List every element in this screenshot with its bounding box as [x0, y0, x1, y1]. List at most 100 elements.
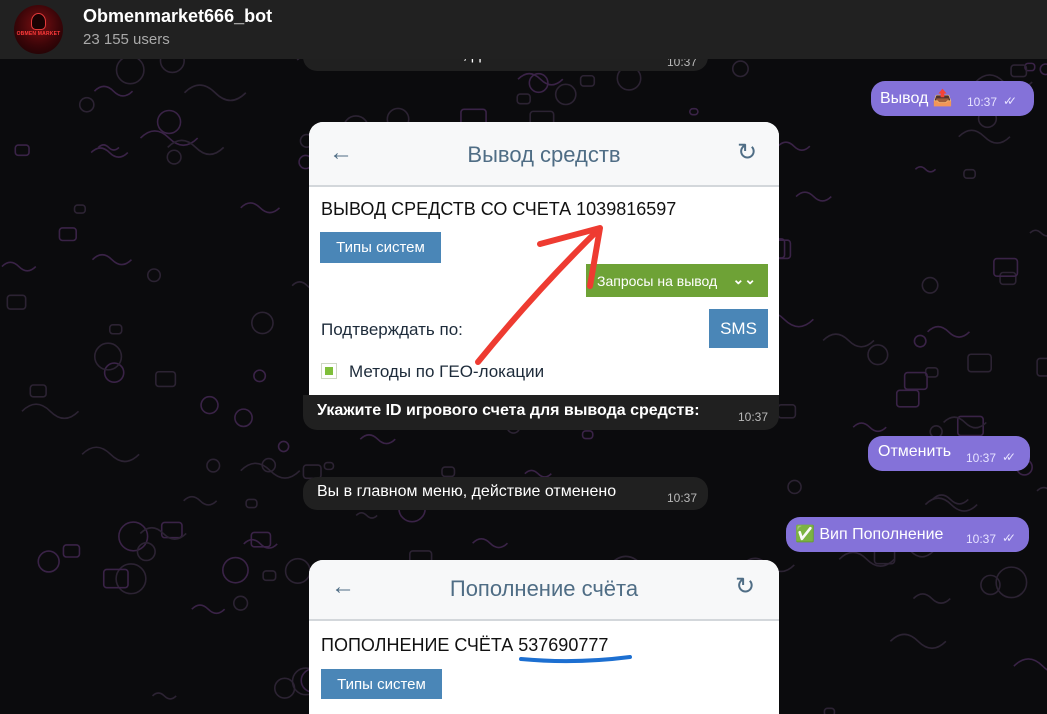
background-doodle: [29, 384, 47, 398]
background-doodle: [822, 333, 875, 348]
background-doodle: [895, 389, 920, 408]
background-doodle: [1, 261, 37, 272]
background-doodle: [81, 446, 140, 463]
background-doodle: [993, 257, 1019, 278]
chat-header[interactable]: OBMEN MARKET Obmenmarket666_bot 23 155 u…: [0, 0, 1047, 59]
background-doodle: [787, 479, 802, 495]
background-doodle: [359, 434, 396, 445]
background-doodle: [103, 362, 125, 383]
background-doodle: [927, 325, 971, 338]
background-doodle: [115, 55, 145, 85]
double-check-icon: ✓✓: [1002, 531, 1016, 545]
background-doodle: [273, 677, 296, 699]
background-doodle: [579, 74, 596, 87]
background-doodle: [554, 83, 577, 106]
background-doodle: [232, 595, 249, 611]
background-doodle: [90, 147, 129, 158]
outgoing-message: Вывод 📤 10:37 ✓✓: [871, 81, 1034, 116]
screenshot-header: ← Пополнение счёта ↻: [309, 560, 779, 621]
background-doodle: [183, 84, 247, 102]
background-doodle: [323, 461, 335, 471]
background-doodle: [93, 85, 134, 97]
avatar-brand-text: OBMEN MARKET: [16, 31, 61, 37]
background-doodle: [889, 633, 947, 650]
background-doodle: [222, 556, 249, 584]
outgoing-message: ✅ Вип Пополнение 10:37 ✓✓: [786, 517, 1029, 552]
background-doodle: [191, 604, 226, 615]
background-doodle: [1039, 63, 1047, 76]
geo-checkbox: [321, 363, 337, 379]
background-doodle: [136, 542, 156, 562]
background-doodle: [240, 202, 281, 214]
background-doodle: [73, 204, 87, 214]
background-doodle: [823, 707, 836, 714]
background-doodle: [921, 276, 939, 294]
message-text: ✅ Вип Пополнение: [795, 526, 944, 543]
background-doodle: [852, 422, 887, 433]
background-doodle: [581, 430, 594, 440]
double-check-icon: ✓✓: [1003, 94, 1017, 108]
avatar-figure-icon: [31, 13, 46, 30]
member-count: 23 155 users: [83, 31, 170, 48]
withdraw-heading: ВЫВОД СРЕДСТВ СО СЧЕТА 1039816597: [321, 199, 677, 219]
deposit-account-id: 537690777: [518, 635, 609, 655]
background-doodle: [6, 294, 27, 310]
double-check-icon: ✓✓: [1002, 450, 1016, 464]
message-text: Отменить: [878, 443, 952, 460]
chat-title[interactable]: Obmenmarket666_bot: [83, 6, 272, 27]
background-doodle: [108, 324, 123, 335]
background-doodle: [1029, 229, 1047, 237]
screenshot-title: Пополнение счёта: [449, 576, 639, 601]
background-doodle: [262, 570, 277, 582]
background-doodle: [251, 311, 274, 335]
caption-text: Укажите ID игрового счета для вывода сре…: [317, 402, 700, 419]
deposit-heading-prefix: ПОПОЛНЕНИЕ СЧЁТА: [321, 635, 519, 655]
message-time: 10:37: [667, 491, 698, 505]
background-doodle: [234, 408, 253, 428]
background-doodle: [206, 458, 221, 473]
background-doodle: [689, 107, 699, 116]
background-doodle: [912, 593, 951, 604]
confirm-label: Подтверждать по:: [321, 320, 463, 339]
background-doodle: [516, 93, 531, 105]
background-doodle: [903, 371, 928, 391]
background-doodle: [118, 521, 149, 552]
background-doodle: [1036, 486, 1047, 492]
background-doodle: [277, 440, 290, 453]
background-doodle: [932, 494, 969, 505]
background-doodle: [517, 72, 564, 86]
background-doodle: [37, 550, 60, 573]
message-text: Вы в главном меню, действие отменено: [317, 483, 617, 500]
withdraw-screenshot[interactable]: ← Вывод средств ↻ ВЫВОД СРЕДСТВ СО СЧЕТА…: [309, 122, 779, 398]
background-doodle: [914, 166, 937, 173]
background-doodle: [999, 271, 1017, 286]
message-time: 10:37: [738, 410, 769, 424]
background-doodle: [58, 227, 77, 242]
message-time: 10:37: [966, 451, 997, 465]
outgoing-message: Отменить 10:37 ✓✓: [868, 436, 1030, 471]
background-doodle: [21, 403, 80, 420]
background-doodle: [166, 149, 182, 165]
background-doodle: [867, 344, 889, 366]
background-doodle: [472, 538, 509, 549]
background-doodle: [777, 404, 797, 419]
background-doodle: [943, 416, 987, 429]
background-doodle: [62, 544, 81, 558]
screenshot-caption: Укажите ID игрового счета для вывода сре…: [303, 395, 779, 430]
background-doodle: [115, 563, 147, 595]
message-time: 10:37: [966, 532, 997, 546]
avatar[interactable]: OBMEN MARKET: [14, 5, 63, 54]
message-time: 10:37: [967, 95, 998, 109]
background-doodle: [441, 466, 456, 478]
background-doodle: [995, 566, 1028, 599]
background-doodle: [777, 141, 811, 151]
refresh-icon: ↻: [735, 573, 756, 600]
background-doodle: [1013, 658, 1047, 671]
background-doodle: [967, 353, 993, 373]
background-doodle: [200, 395, 219, 415]
refresh-icon: ↻: [737, 139, 758, 166]
geo-label: Методы по ГЕО-локации: [349, 362, 545, 381]
deposit-screenshot[interactable]: ← Пополнение счёта ↻ ПОПОЛНЕНИЕ СЧЁТА 53…: [309, 560, 779, 714]
background-doodle: [731, 60, 749, 78]
background-doodle: [183, 495, 218, 506]
